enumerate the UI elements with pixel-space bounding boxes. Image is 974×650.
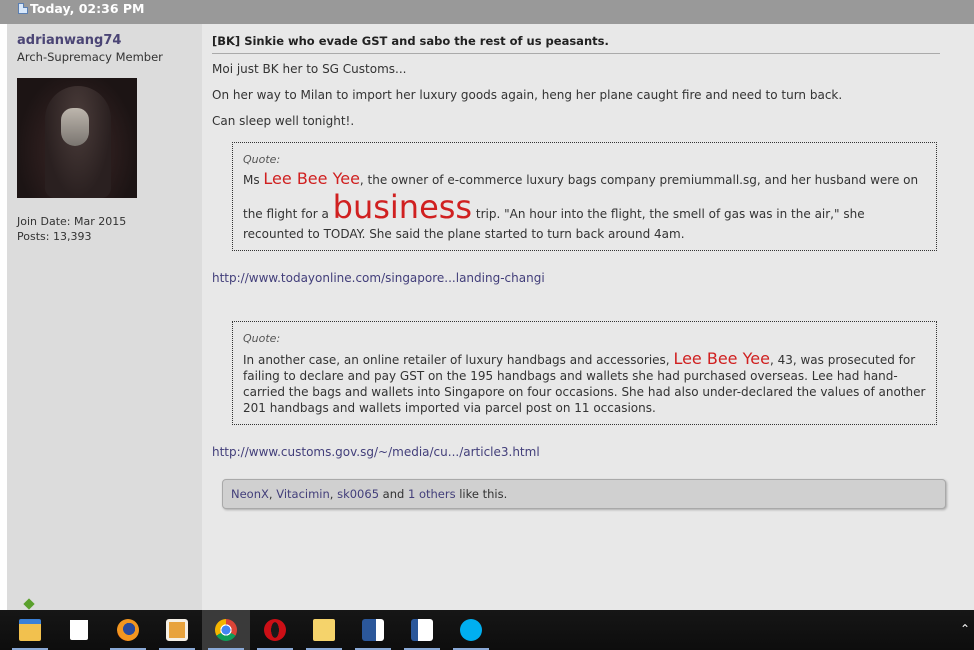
user-info-panel: adrianwang74 Arch-Supremacy Member Join … [7, 24, 202, 610]
file-explorer-icon [19, 619, 41, 641]
source-link[interactable]: http://www.todayonline.com/singapore...l… [212, 271, 964, 285]
likes-bar: NeonX, Vitacimin, sk0065 and 1 others li… [222, 479, 946, 509]
document-icon [411, 619, 433, 641]
quote-block: Quote: Ms Lee Bee Yee, the owner of e-co… [232, 142, 937, 251]
post-date: Today, 02:36 PM [30, 1, 145, 16]
taskbar-skype[interactable] [447, 610, 495, 650]
taskbar-opera[interactable] [251, 610, 299, 650]
taskbar-document[interactable] [398, 610, 446, 650]
quote-text: Ms Lee Bee Yee, the owner of e-commerce … [243, 171, 926, 242]
store-icon [70, 620, 88, 640]
like-suffix: like this. [455, 487, 508, 501]
like-user-link[interactable]: Vitacimin [276, 487, 330, 501]
taskbar: ⌃ [0, 610, 974, 650]
like-others-link[interactable]: 1 others [408, 487, 456, 501]
left-margin [0, 24, 7, 610]
source-link[interactable]: http://www.customs.gov.sg/~/media/cu.../… [212, 445, 964, 459]
quote-text-segment: Ms [243, 173, 264, 187]
paragraph: On her way to Milan to import her luxury… [212, 88, 843, 102]
media-player-icon [166, 619, 188, 641]
folder-icon [313, 619, 335, 641]
post-icon [18, 3, 28, 14]
paragraph: Moi just BK her to SG Customs... [212, 62, 407, 76]
opera-icon [264, 619, 286, 641]
like-separator: , [329, 487, 338, 501]
word-icon [362, 619, 384, 641]
post-count: Posts: 13,393 [17, 230, 92, 243]
highlighted-name: Lee Bee Yee [263, 169, 360, 188]
like-user-link[interactable]: sk0065 [337, 487, 379, 501]
avatar[interactable] [17, 78, 137, 198]
highlighted-word: business [332, 188, 473, 226]
join-date: Join Date: Mar 2015 [17, 215, 127, 228]
quote-text: In another case, an online retailer of l… [243, 351, 926, 416]
taskbar-chrome[interactable] [202, 610, 250, 650]
like-user-link[interactable]: NeonX [231, 487, 269, 501]
highlighted-name: Lee Bee Yee [673, 349, 770, 368]
taskbar-firefox[interactable] [104, 610, 152, 650]
like-and: and [379, 487, 408, 501]
quote-label: Quote: [243, 332, 281, 345]
post-body: Moi just BK her to SG Customs... On her … [212, 62, 964, 128]
quote-label: Quote: [243, 153, 281, 166]
taskbar-file-explorer[interactable] [6, 610, 54, 650]
post-header: Today, 02:36 PM [0, 0, 974, 24]
quote-block: Quote: In another case, an online retail… [232, 321, 937, 425]
chrome-icon [215, 619, 237, 641]
post-content: [BK] Sinkie who evade GST and sabo the r… [202, 24, 974, 610]
taskbar-store[interactable] [55, 610, 103, 650]
online-status-icon [23, 598, 35, 610]
paragraph: Can sleep well tonight!. [212, 114, 355, 128]
skype-icon [460, 619, 482, 641]
taskbar-media-player[interactable] [153, 610, 201, 650]
post-title: [BK] Sinkie who evade GST and sabo the r… [212, 34, 940, 54]
username-link[interactable]: adrianwang74 [17, 33, 192, 48]
firefox-icon [117, 619, 139, 641]
quote-text-segment: In another case, an online retailer of l… [243, 353, 674, 367]
taskbar-folder[interactable] [300, 610, 348, 650]
taskbar-word[interactable] [349, 610, 397, 650]
user-title: Arch-Supremacy Member [17, 50, 163, 64]
tray-expand-icon[interactable]: ⌃ [960, 622, 970, 636]
user-stats: Join Date: Mar 2015 Posts: 13,393 [17, 214, 192, 244]
